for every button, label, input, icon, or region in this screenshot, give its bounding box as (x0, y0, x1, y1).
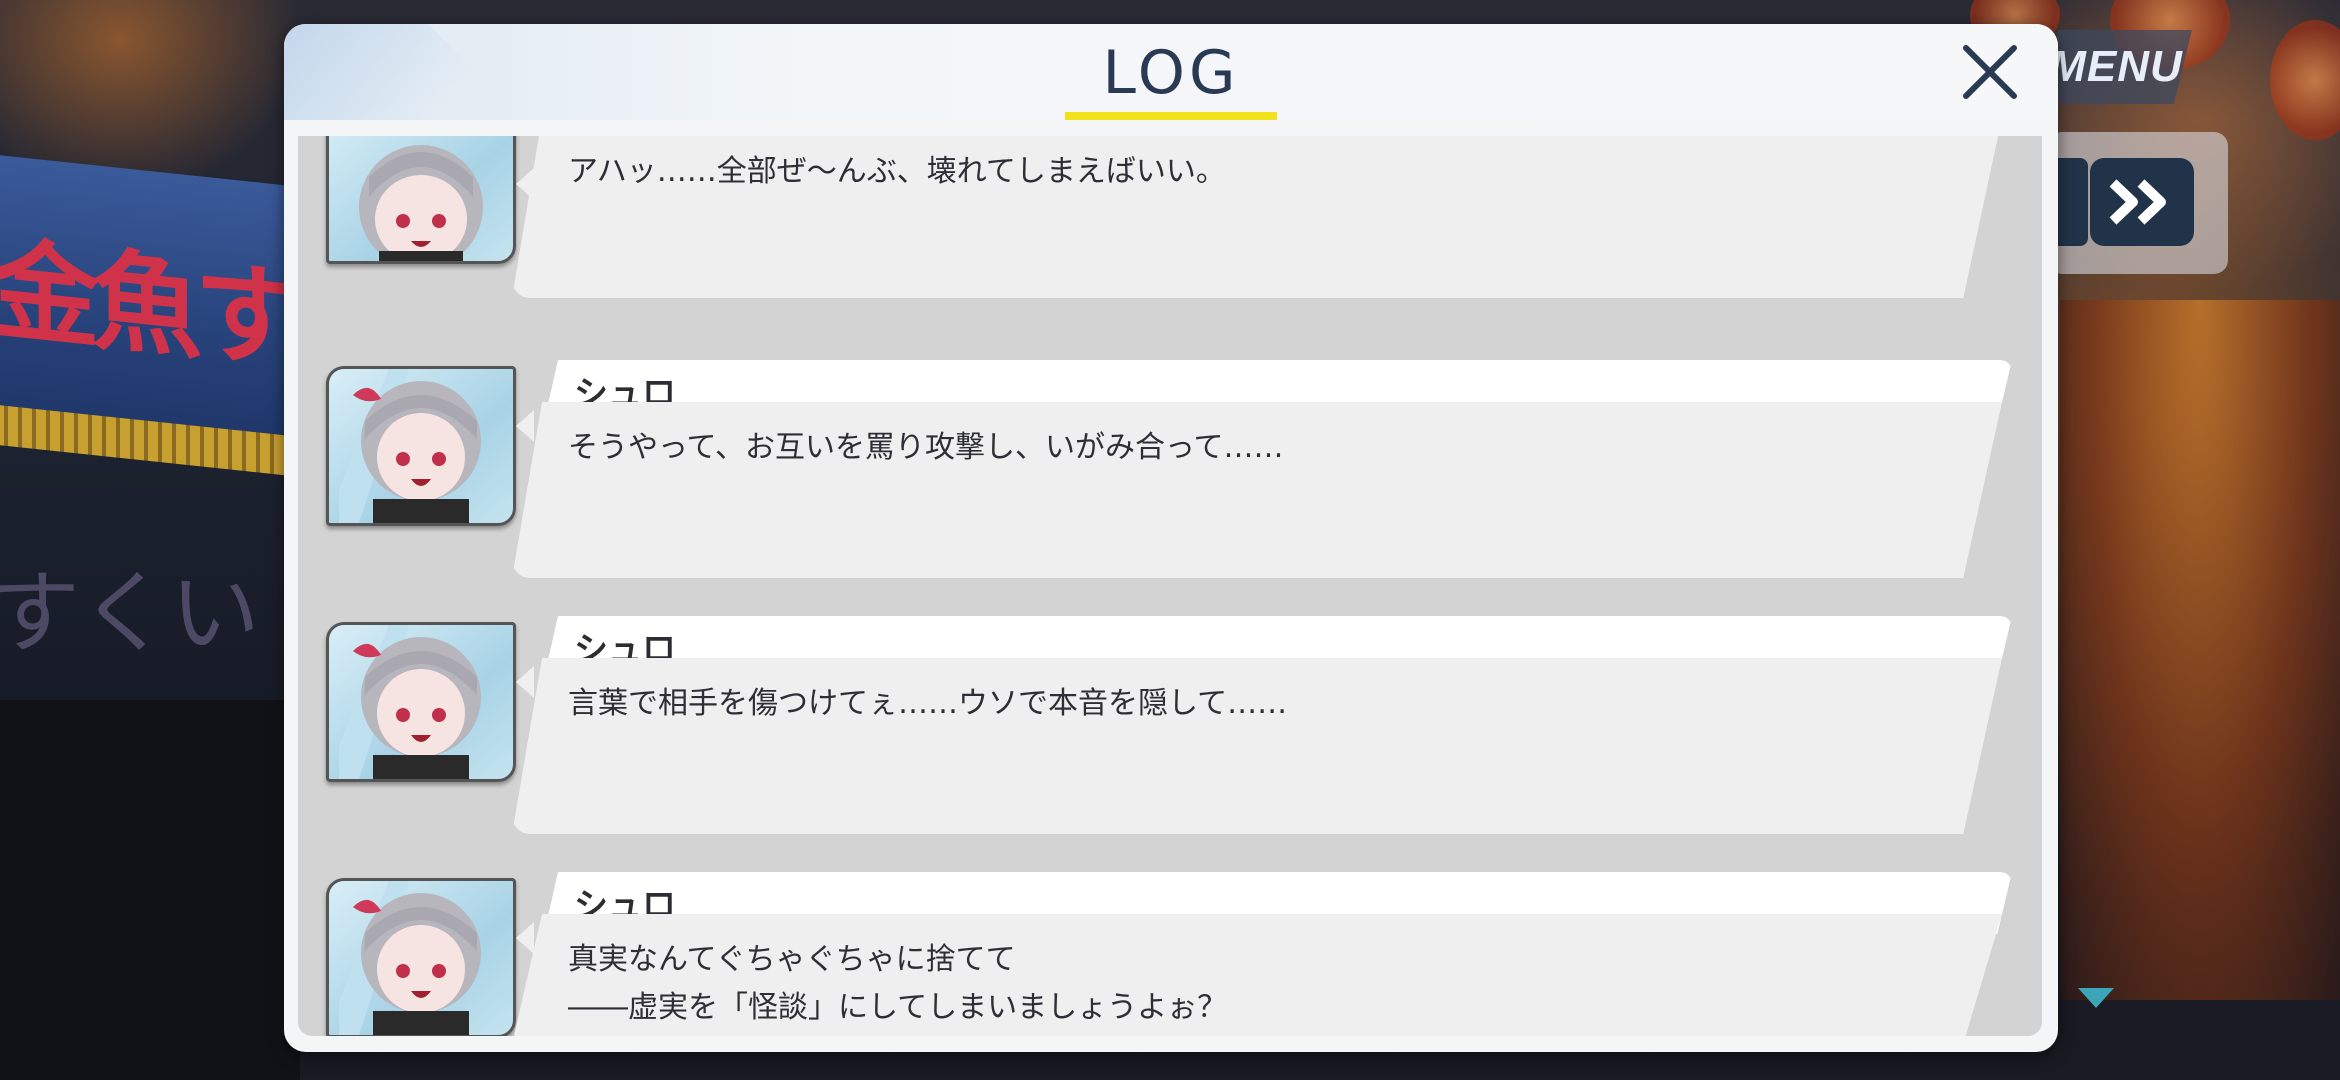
speech-text: 言葉で相手を傷つけてぇ……ウソで本音を隠して…… (568, 686, 1288, 721)
character-avatar (326, 622, 516, 782)
background-curtain (2060, 300, 2340, 1000)
scroll-down-icon[interactable] (2078, 988, 2114, 1008)
speech-text: そうやって、お互いを罵り攻撃し、いがみ合って…… (568, 430, 1284, 465)
background-doorway (0, 700, 300, 1080)
log-header: LOG (284, 24, 2058, 120)
speech-bubble: 言葉で相手を傷つけてぇ……ウソで本音を隠して…… (512, 658, 2002, 834)
speech-text: アハッ……全部ぜ〜んぶ、壊れてしまえばいい。 (568, 154, 1226, 189)
character-avatar (326, 136, 516, 264)
log-list[interactable]: アハッ……全部ぜ〜んぶ、壊れてしまえばいい。 シュロ そうやって、お互いを罵り攻… (298, 136, 2042, 1036)
title-underline (1065, 112, 1277, 120)
background-sign: 金魚す (0, 223, 296, 386)
lantern (2270, 20, 2340, 140)
speech-bubble: そうやって、お互いを罵り攻撃し、いがみ合って…… (512, 402, 2002, 578)
speech-bubble: 真実なんてぐちゃぐちゃに捨てて ――虚実を「怪談」にしてしまいましょうよぉ？ (512, 914, 2002, 1036)
character-avatar (326, 878, 516, 1036)
log-entry: シュロ 言葉で相手を傷つけてぇ……ウソで本音を隠して…… (298, 616, 2042, 856)
log-entry: アハッ……全部ぜ〜んぶ、壊れてしまえばいい。 (298, 136, 2042, 298)
close-icon (1963, 45, 2017, 99)
bubble-pointer (516, 922, 534, 954)
double-chevron-right-icon (2109, 179, 2166, 225)
menu-label: MENU (2049, 42, 2183, 91)
fast-forward-button[interactable] (2090, 158, 2194, 246)
character-avatar (326, 366, 516, 526)
log-entry: シュロ そうやって、お互いを罵り攻撃し、いがみ合って…… (298, 360, 2042, 600)
menu-button[interactable]: MENU (2040, 30, 2192, 104)
log-title: LOG (1102, 38, 1240, 108)
background-shop-sign: すくい (0, 561, 260, 666)
speech-bubble: アハッ……全部ぜ〜んぶ、壊れてしまえばいい。 (512, 136, 2002, 298)
close-button[interactable] (1956, 38, 2024, 106)
speech-text: 真実なんてぐちゃぐちゃに捨てて ――虚実を「怪談」にしてしまいましょうよぉ？ (568, 942, 1228, 1025)
log-entry: シュロ 真実なんてぐちゃぐちゃに捨てて ――虚実を「怪談」にしてしまいましょうよ… (298, 872, 2042, 1036)
log-dialog: LOG アハッ……全部ぜ〜んぶ、壊れてしまえばいい。 シュロ そうやって、お互い… (284, 24, 2058, 1052)
bubble-pointer (516, 666, 534, 698)
bubble-pointer (516, 410, 534, 442)
